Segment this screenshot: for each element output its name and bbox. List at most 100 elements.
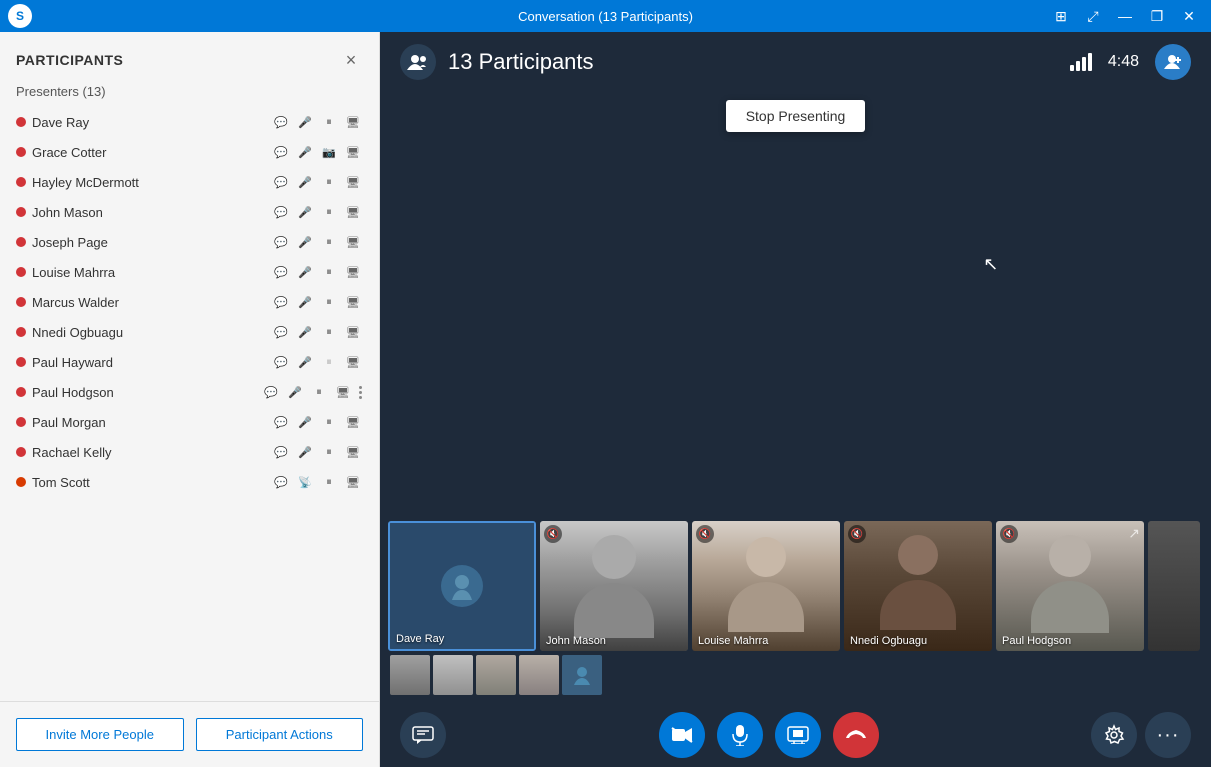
pause-icon[interactable]: ⏸: [319, 292, 339, 312]
list-item[interactable]: Paul Hodgson 💬 🎤 ⏸ 🖥: [4, 377, 375, 407]
list-item[interactable]: Dave Ray 💬 🎤 ⏸ 🖥: [4, 107, 375, 137]
list-item[interactable]: Louise Mahrra 💬 🎤 ⏸ 🖥: [4, 257, 375, 287]
mic-icon[interactable]: 🎤: [295, 112, 315, 132]
status-indicator: [16, 237, 26, 247]
screen-icon[interactable]: 🖥: [343, 202, 363, 222]
pause-icon[interactable]: ⏸: [319, 232, 339, 252]
mic-icon[interactable]: 🎤: [295, 322, 315, 342]
mic-icon[interactable]: 🎤: [295, 172, 315, 192]
list-item[interactable]: Joseph Page 💬 🎤 ⏸ 🖥: [4, 227, 375, 257]
sidebar-close-button[interactable]: ×: [339, 48, 363, 72]
settings-button[interactable]: [1091, 712, 1137, 758]
snap-button[interactable]: ⊞: [1047, 4, 1075, 28]
participant-name: Tom Scott: [32, 475, 265, 490]
chat-icon[interactable]: 💬: [271, 262, 291, 282]
screen-icon[interactable]: 🖥: [343, 442, 363, 462]
mic-button[interactable]: [717, 712, 763, 758]
mic-icon[interactable]: 🎤: [295, 262, 315, 282]
pause-icon[interactable]: ⏸: [319, 202, 339, 222]
chat-icon[interactable]: 💬: [271, 112, 291, 132]
chat-icon[interactable]: 💬: [271, 172, 291, 192]
screen-icon[interactable]: 🖥: [343, 292, 363, 312]
mute-indicator-nnedi: 🔇: [848, 525, 866, 543]
minimize-button[interactable]: —: [1111, 4, 1139, 28]
list-item[interactable]: Rachael Kelly 💬 🎤 ⏸ 🖥: [4, 437, 375, 467]
thumb-1[interactable]: [390, 655, 430, 695]
screen-icon[interactable]: 🖥: [343, 412, 363, 432]
fullscreen-button[interactable]: ⤢: [1079, 4, 1107, 28]
list-item[interactable]: John Mason 💬 🎤 ⏸ 🖥: [4, 197, 375, 227]
restore-button[interactable]: ❐: [1143, 4, 1171, 28]
close-button[interactable]: ✕: [1175, 4, 1203, 28]
chat-icon[interactable]: 💬: [271, 412, 291, 432]
status-indicator: [16, 387, 26, 397]
pause-icon[interactable]: ⏸: [319, 472, 339, 492]
chat-icon[interactable]: 💬: [271, 202, 291, 222]
chat-icon[interactable]: 💬: [271, 322, 291, 342]
hangup-button[interactable]: [833, 712, 879, 758]
screen-icon[interactable]: 🖥: [343, 322, 363, 342]
pause-icon[interactable]: ⏸: [319, 322, 339, 342]
thumb-5[interactable]: [562, 655, 602, 695]
pause-icon[interactable]: ⏸: [319, 412, 339, 432]
more-options-icon[interactable]: [357, 386, 363, 399]
pause-icon[interactable]: ⏸: [319, 442, 339, 462]
mic-icon[interactable]: 🎤: [295, 412, 315, 432]
pause-icon[interactable]: ⏸: [309, 382, 329, 402]
video-tile-nnedi-ogbuagu[interactable]: 🔇 Nnedi Ogbuagu: [844, 521, 992, 651]
list-item[interactable]: Grace Cotter 💬 🎤 📷 🖥: [4, 137, 375, 167]
mic-icon[interactable]: 🎤: [295, 202, 315, 222]
chat-icon[interactable]: 💬: [271, 232, 291, 252]
list-item[interactable]: Paul Morgan 💬 🎤 ⏸ 🖥: [4, 407, 375, 437]
video-tile-john-mason[interactable]: 🔇 John Mason: [540, 521, 688, 651]
screen-icon[interactable]: 🖥: [343, 262, 363, 282]
list-item[interactable]: Marcus Walder 💬 🎤 ⏸ 🖥: [4, 287, 375, 317]
screen-icon[interactable]: 🖥: [343, 112, 363, 132]
thumb-4[interactable]: [519, 655, 559, 695]
sidebar-footer: Invite More People Participant Actions: [0, 701, 379, 767]
chat-icon[interactable]: 💬: [261, 382, 281, 402]
chat-icon[interactable]: 💬: [271, 472, 291, 492]
add-participant-button[interactable]: [1155, 44, 1191, 80]
screen-icon[interactable]: 🖥: [343, 172, 363, 192]
mic-icon[interactable]: 📡: [295, 472, 315, 492]
pause-icon[interactable]: ⏸: [319, 172, 339, 192]
pause-icon[interactable]: ⏸: [319, 262, 339, 282]
video-tile-extra[interactable]: [1148, 521, 1200, 651]
screen-icon[interactable]: 🖥: [343, 142, 363, 162]
list-item[interactable]: Hayley McDermott 💬 🎤 ⏸ 🖥: [4, 167, 375, 197]
mic-icon[interactable]: 🎤: [295, 352, 315, 372]
chat-icon[interactable]: 💬: [271, 142, 291, 162]
pause-icon[interactable]: ⏸: [319, 352, 339, 372]
tile-expand-icon[interactable]: ↗: [1128, 525, 1140, 542]
chat-button[interactable]: [400, 712, 446, 758]
more-options-button[interactable]: ···: [1145, 712, 1191, 758]
participant-actions-button[interactable]: Participant Actions: [196, 718, 364, 751]
chat-icon[interactable]: 💬: [271, 352, 291, 372]
mic-icon[interactable]: 🎤: [295, 442, 315, 462]
stop-presenting-button[interactable]: Stop Presenting: [726, 100, 866, 132]
thumb-3[interactable]: [476, 655, 516, 695]
video-tile-paul-hodgson[interactable]: 🔇 Paul Hodgson ↗: [996, 521, 1144, 651]
mic-icon[interactable]: 🎤: [295, 232, 315, 252]
video-tile-louise-mahrra[interactable]: 🔇 Louise Mahrra: [692, 521, 840, 651]
mic-icon[interactable]: 🎤: [295, 292, 315, 312]
list-item[interactable]: Tom Scott 💬 📡 ⏸ 🖥: [4, 467, 375, 497]
mic-icon[interactable]: 🎤: [295, 142, 315, 162]
mic-icon[interactable]: 🎤: [285, 382, 305, 402]
screen-icon[interactable]: 🖥: [343, 472, 363, 492]
invite-more-button[interactable]: Invite More People: [16, 718, 184, 751]
chat-icon[interactable]: 💬: [271, 442, 291, 462]
video-icon[interactable]: 📷: [319, 142, 339, 162]
screen-icon[interactable]: 🖥: [333, 382, 353, 402]
pause-icon[interactable]: ⏸: [319, 112, 339, 132]
thumb-2[interactable]: [433, 655, 473, 695]
video-mute-button[interactable]: [659, 712, 705, 758]
list-item[interactable]: Nnedi Ogbuagu 💬 🎤 ⏸ 🖥: [4, 317, 375, 347]
screen-share-button[interactable]: [775, 712, 821, 758]
screen-icon[interactable]: 🖥: [343, 352, 363, 372]
chat-icon[interactable]: 💬: [271, 292, 291, 312]
list-item[interactable]: Paul Hayward 💬 🎤 ⏸ 🖥: [4, 347, 375, 377]
screen-icon[interactable]: 🖥: [343, 232, 363, 252]
video-tile-dave-ray[interactable]: Dave Ray: [388, 521, 536, 651]
